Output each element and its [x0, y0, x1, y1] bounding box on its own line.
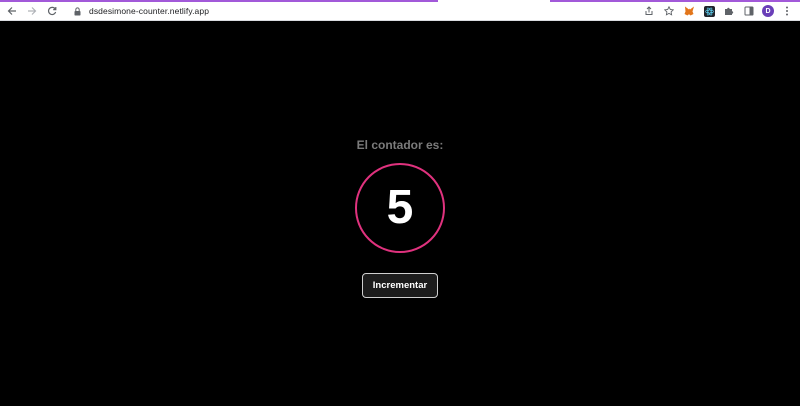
counter-value: 5 — [386, 181, 414, 234]
reload-icon — [47, 6, 57, 16]
profile-avatar[interactable]: D — [762, 5, 774, 17]
counter-label: El contador es: — [356, 138, 444, 152]
arrow-right-icon — [28, 7, 37, 15]
kebab-menu-icon[interactable] — [780, 4, 794, 18]
lock-icon[interactable] — [71, 5, 83, 17]
address-bar[interactable]: dsdesimone-counter.netlify.app — [71, 3, 642, 20]
increment-button[interactable]: Incrementar — [362, 273, 438, 298]
page-content: El contador es: 5 Incrementar — [0, 22, 800, 406]
nav-buttons — [3, 2, 61, 20]
share-icon[interactable] — [642, 4, 656, 18]
back-button[interactable] — [3, 2, 21, 20]
react-devtools-icon[interactable] — [702, 4, 716, 18]
star-icon[interactable] — [662, 4, 676, 18]
forward-button[interactable] — [23, 2, 41, 20]
toolbar-right-icons: D — [642, 4, 794, 18]
url-text: dsdesimone-counter.netlify.app — [89, 6, 210, 16]
counter-circle: 5 — [355, 163, 445, 253]
browser-toolbar: dsdesimone-counter.netlify.app D — [0, 2, 800, 21]
side-panel-icon[interactable] — [742, 4, 756, 18]
puzzle-icon[interactable] — [722, 4, 736, 18]
arrow-left-icon — [7, 7, 16, 15]
metamask-fox-icon[interactable] — [682, 4, 696, 18]
reload-button[interactable] — [43, 2, 61, 20]
